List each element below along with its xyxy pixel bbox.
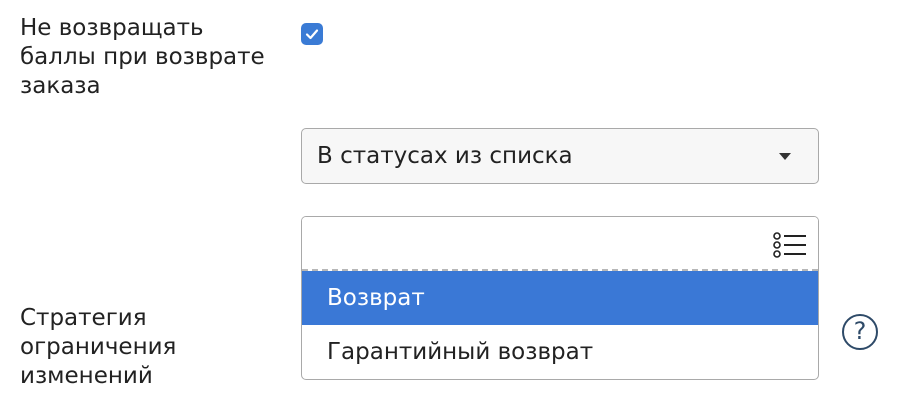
checkmark-icon (305, 29, 319, 40)
option-garantiyniy-vozvrat[interactable]: Гарантийный возврат (302, 325, 818, 379)
status-mode-select[interactable]: В статусах из списка (301, 128, 819, 184)
list-icon[interactable] (772, 232, 808, 258)
no-return-points-checkbox[interactable] (301, 23, 323, 45)
no-return-points-label: Не возвращать баллы при возврате заказа (20, 15, 265, 99)
multiselect-header[interactable] (302, 217, 818, 271)
help-icon[interactable]: ? (842, 314, 878, 350)
status-multiselect[interactable]: Возврат Гарантийный возврат (301, 216, 819, 380)
option-vozvrat[interactable]: Возврат (302, 271, 818, 325)
strategy-label: Стратегия ограничения изменений (20, 305, 177, 389)
caret-down-icon (779, 153, 791, 160)
status-mode-select-value: В статусах из списка (317, 143, 573, 169)
